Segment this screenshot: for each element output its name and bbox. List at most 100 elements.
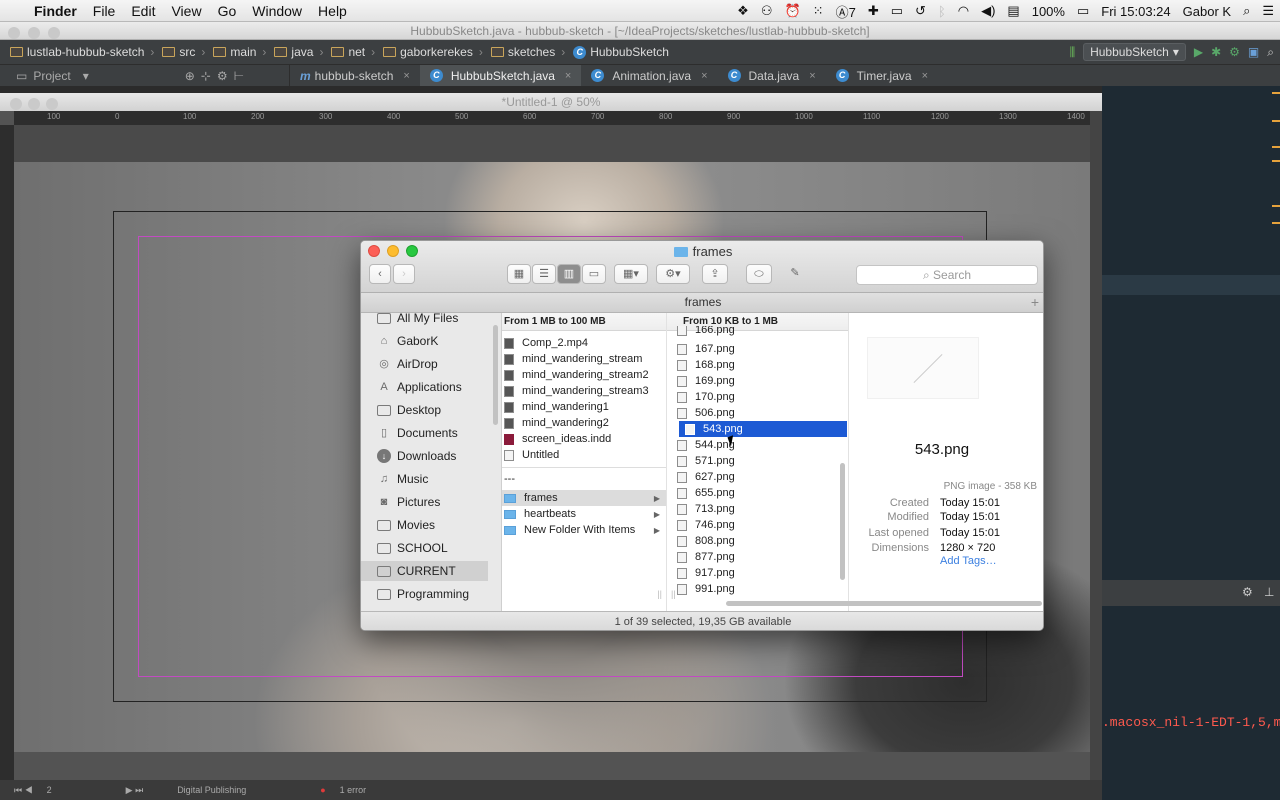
back-button[interactable]: ‹ — [369, 264, 391, 284]
indesign-minimize-button[interactable] — [28, 98, 40, 110]
workspace-label[interactable]: Digital Publishing — [177, 785, 246, 795]
column-resize-handle[interactable]: || — [657, 589, 662, 599]
horizontal-scrollbar[interactable] — [726, 601, 1042, 606]
tab-hubbubsketch-java[interactable]: C HubbubSketch.java × — [419, 65, 582, 86]
ide-zoom-button[interactable] — [48, 27, 60, 39]
plus-cross-icon[interactable]: ✚ — [862, 3, 885, 19]
pin-icon[interactable]: ⊥ — [1264, 585, 1274, 599]
sidebar-item-desktop[interactable]: Desktop — [361, 400, 488, 420]
sidebar-item-all-my-files[interactable]: All My Files — [361, 313, 488, 328]
dropbox-icon[interactable]: ❖ — [731, 3, 755, 19]
sidebar-item-pictures[interactable]: ◙ Pictures — [361, 492, 488, 512]
glasses-icon[interactable]: ⚇ — [755, 3, 779, 19]
menu-help[interactable]: Help — [310, 3, 355, 19]
notes-app-icon[interactable]: ✎ — [783, 264, 807, 284]
close-icon[interactable]: × — [565, 70, 571, 82]
menu-file[interactable]: File — [85, 3, 124, 19]
crumb-gaborkerekes[interactable]: gaborkerekes › — [379, 45, 487, 59]
sidebar-item-airdrop[interactable]: ◎ AirDrop — [361, 354, 488, 374]
spotlight-icon[interactable]: ⌕ — [1237, 3, 1256, 19]
sidebar-item-gabork[interactable]: ⌂ GaborK — [361, 331, 488, 351]
close-icon[interactable]: × — [701, 70, 707, 82]
close-icon[interactable]: × — [922, 70, 928, 82]
folder-row-heartbeats[interactable]: heartbeats ▶ — [502, 506, 666, 522]
coverage-icon[interactable]: ⚙ — [1229, 45, 1240, 59]
pasteboard[interactable] — [14, 125, 1090, 162]
file-row[interactable]: mind_wandering1 — [502, 399, 666, 415]
sidebar-item-movies[interactable]: Movies — [361, 515, 488, 535]
file-row[interactable]: mind_wandering_stream — [502, 351, 666, 367]
share-button[interactable]: ⇪ — [702, 264, 728, 284]
sidebar-item-documents[interactable]: ▯ Documents — [361, 423, 488, 443]
settings-icon[interactable]: ⚙ — [1242, 585, 1253, 599]
file-row[interactable]: 808.png — [667, 533, 848, 549]
coverflow-view-button[interactable]: ▭ — [582, 264, 606, 284]
column-resize-handle[interactable]: || — [671, 589, 676, 599]
volume-icon[interactable]: ◀) — [975, 3, 1001, 19]
notification-center-icon[interactable]: ☰ — [1256, 3, 1280, 19]
battery-percent[interactable]: 100% — [1026, 4, 1071, 19]
error-stripe-mark[interactable] — [1272, 205, 1280, 207]
file-row[interactable]: 991.png — [667, 581, 848, 597]
crumb-java[interactable]: java › — [270, 45, 327, 59]
vertical-ruler[interactable] — [0, 125, 14, 780]
folder-row-new-folder[interactable]: New Folder With Items ▶ — [502, 522, 666, 538]
crumb-main[interactable]: main › — [209, 45, 270, 59]
file-row[interactable]: mind_wandering_stream2 — [502, 367, 666, 383]
build-icon[interactable]: ⫼ — [1070, 45, 1076, 60]
menu-view[interactable]: View — [163, 3, 209, 19]
close-icon[interactable]: × — [809, 70, 815, 82]
project-tool-tab[interactable]: ▭ Project ▾ ⊕ ⊹ ⚙ ⊢ — [0, 65, 290, 86]
crumb-src[interactable]: src › — [158, 45, 209, 59]
vertical-scrollbar[interactable] — [1090, 111, 1102, 780]
menu-app-finder[interactable]: Finder — [26, 3, 85, 19]
sidebar-item-programming[interactable]: Programming — [361, 584, 488, 604]
file-row-selected[interactable]: 543.png — [679, 421, 847, 437]
horizontal-ruler[interactable]: 100 0 100 200 300 400 500 600 700 800 90… — [14, 111, 1100, 125]
forward-button[interactable]: › — [393, 264, 415, 284]
file-row[interactable]: mind_wandering2 — [502, 415, 666, 431]
file-row[interactable]: Comp_2.mp4 — [502, 335, 666, 351]
hide-icon[interactable]: ⊢ — [234, 69, 244, 83]
error-stripe-mark[interactable] — [1272, 120, 1280, 122]
page-next-icon[interactable]: ▶ ⏭ — [126, 785, 144, 796]
file-row[interactable]: 713.png — [667, 501, 848, 517]
flag-icon[interactable]: ▤ — [1001, 3, 1025, 19]
icon-view-button[interactable]: ▦ — [507, 264, 531, 284]
tags-button[interactable]: ⬭ — [746, 264, 772, 284]
error-stripe-mark[interactable] — [1272, 222, 1280, 224]
battery-icon[interactable]: ▭ — [1071, 3, 1095, 19]
target-icon[interactable]: ⊕ — [185, 69, 195, 83]
close-icon[interactable]: × — [403, 70, 409, 82]
structure-icon[interactable]: ▣ — [1248, 45, 1259, 59]
file-row[interactable]: 168.png — [667, 357, 848, 373]
dots-grid-icon[interactable]: ⁙ — [807, 3, 830, 19]
sidebar-item-school[interactable]: SCHOOL — [361, 538, 488, 558]
indesign-zoom-button[interactable] — [46, 98, 58, 110]
page-number[interactable]: 2 — [47, 785, 52, 795]
tab-timer-java[interactable]: C Timer.java × — [826, 65, 938, 86]
error-stripe-mark[interactable] — [1272, 160, 1280, 162]
menu-window[interactable]: Window — [244, 3, 310, 19]
indesign-close-button[interactable] — [10, 98, 22, 110]
run-icon[interactable]: ▶ — [1194, 45, 1203, 59]
error-stripe-mark[interactable] — [1272, 146, 1280, 148]
sidebar-item-music[interactable]: ♫ Music — [361, 469, 488, 489]
file-row[interactable]: 877.png — [667, 549, 848, 565]
arrange-menu-button[interactable]: ▦▾ — [614, 264, 648, 284]
sidebar-item-applications[interactable]: A Applications — [361, 377, 488, 397]
file-row[interactable]: mind_wandering_stream3 — [502, 383, 666, 399]
column-scrollbar[interactable] — [840, 463, 845, 580]
adobe-icon[interactable]: Ⓐ7 — [830, 2, 862, 21]
file-row[interactable]: 167.png — [667, 341, 848, 357]
wifi-icon[interactable]: ◠ — [952, 3, 975, 19]
error-stripe-mark[interactable] — [1272, 92, 1280, 94]
page-nav-icon[interactable]: ⏮ ◀ — [14, 785, 33, 796]
sidebar-item-downloads[interactable]: ↓ Downloads — [361, 446, 488, 466]
time-machine-icon[interactable]: ↺ — [909, 3, 932, 19]
ide-editor-area[interactable] — [1102, 86, 1280, 800]
file-row[interactable]: Untitled — [502, 447, 666, 463]
file-row[interactable]: 506.png — [667, 405, 848, 421]
tab-animation-java[interactable]: C Animation.java × — [581, 65, 717, 86]
file-row[interactable]: 571.png — [667, 453, 848, 469]
